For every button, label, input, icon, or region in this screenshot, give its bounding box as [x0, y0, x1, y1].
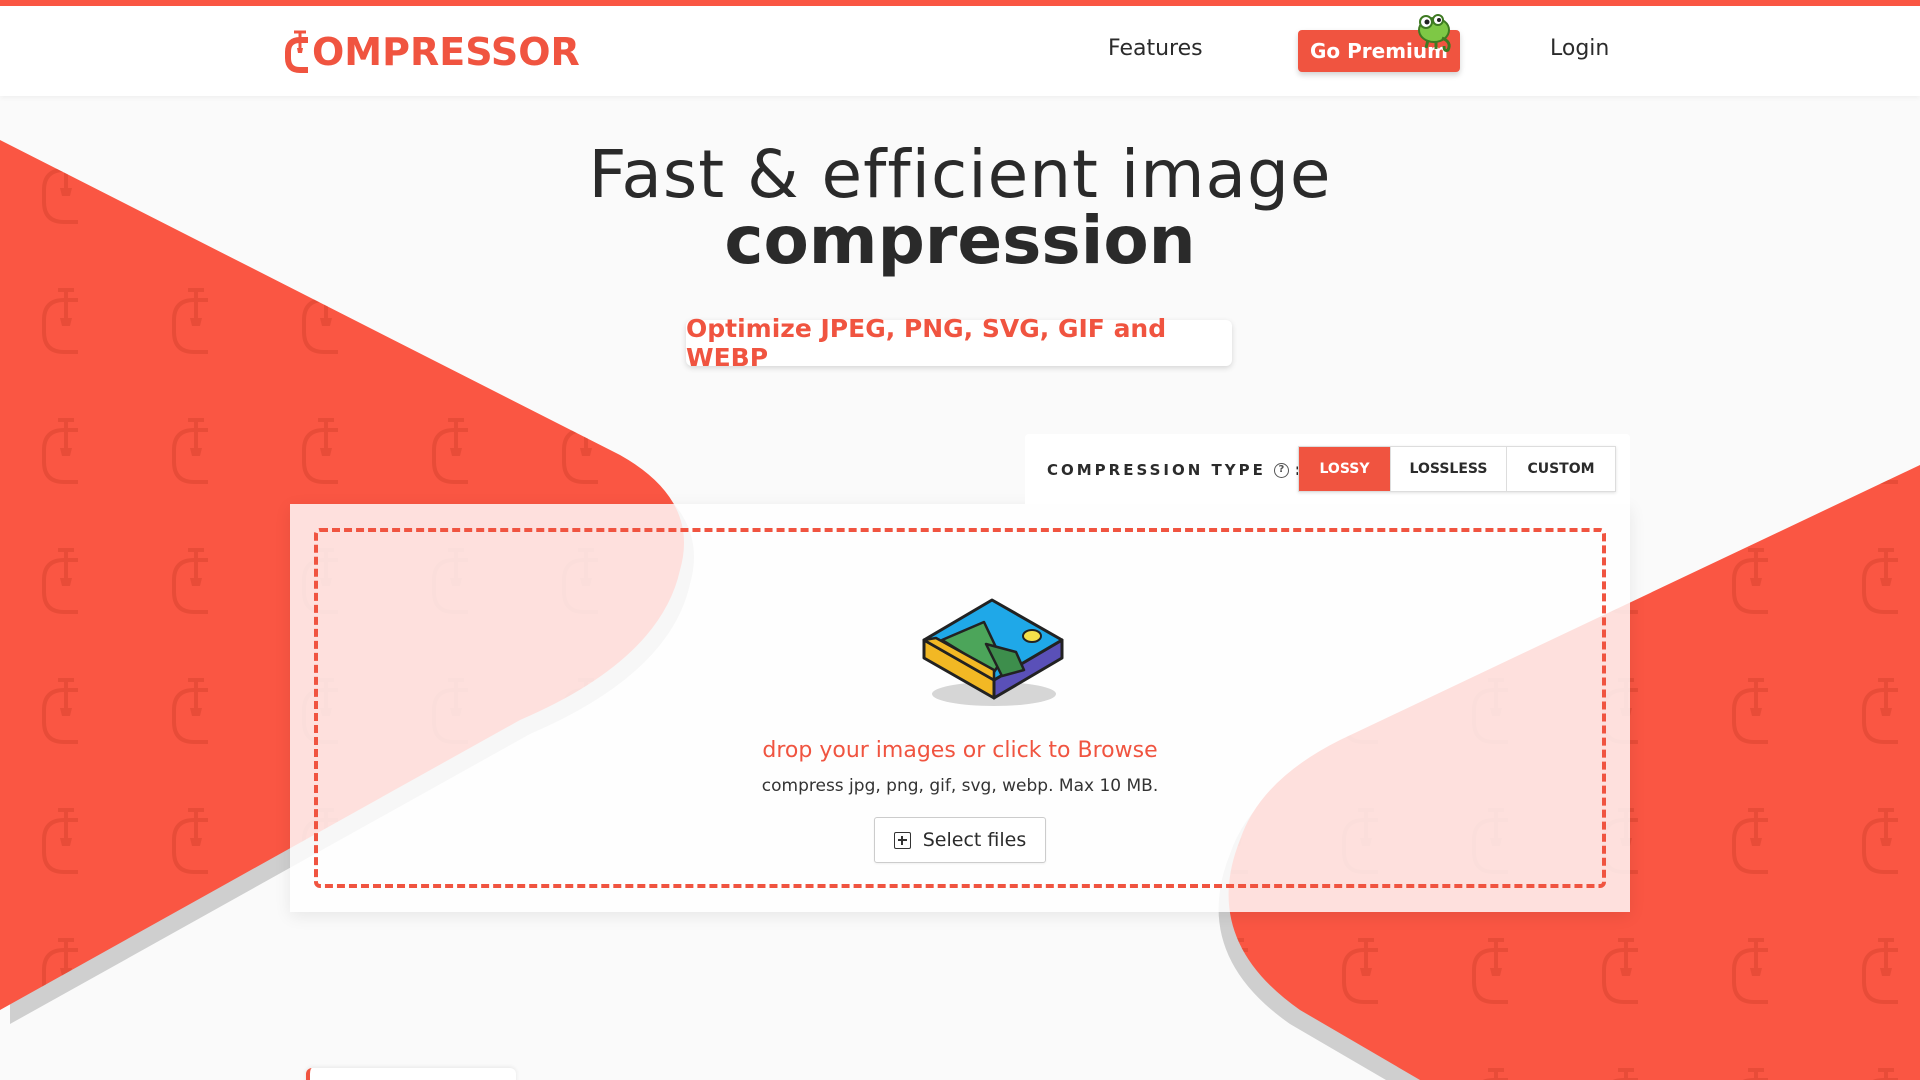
lossless-option[interactable]: LOSSLESS: [1391, 447, 1507, 491]
file-drop-zone[interactable]: drop your images or click to Browse comp…: [314, 528, 1606, 888]
nav-login-link[interactable]: Login: [1550, 36, 1609, 61]
drop-subtext: compress jpg, png, gif, svg, webp. Max 1…: [761, 776, 1159, 796]
bottom-card-tab: [306, 1068, 516, 1080]
image-isometric-icon: [922, 598, 1064, 706]
site-header: OMPRESSOR Features Go Premium Login: [0, 6, 1920, 96]
hero-title-line2: compression: [724, 202, 1196, 279]
compression-type-label: COMPRESSION TYPE ? :: [1047, 461, 1301, 479]
chameleon-icon: [1418, 14, 1451, 52]
formats-badge: Optimize JPEG, PNG, SVG, GIF and WEBP: [686, 314, 1232, 372]
clamp-c-icon: [282, 28, 312, 76]
compression-type-segmented-control: LOSSY LOSSLESS CUSTOM: [1298, 446, 1616, 492]
custom-option[interactable]: CUSTOM: [1507, 447, 1615, 491]
compression-type-bar: COMPRESSION TYPE ? : LOSSY LOSSLESS CUST…: [1025, 434, 1630, 504]
compression-type-text: COMPRESSION TYPE: [1047, 461, 1266, 479]
lossy-option[interactable]: LOSSY: [1299, 447, 1391, 491]
select-files-label: Select files: [922, 829, 1027, 851]
compressor-logo[interactable]: OMPRESSOR: [282, 28, 580, 76]
nav-features-link[interactable]: Features: [1108, 36, 1203, 61]
help-icon[interactable]: ?: [1273, 462, 1289, 478]
select-files-button[interactable]: Select files: [874, 817, 1046, 863]
top-accent-strip: [0, 0, 1920, 6]
logo-text: OMPRESSOR: [312, 30, 580, 74]
plus-box-icon: [893, 831, 911, 849]
drop-instructions[interactable]: drop your images or click to Browse: [318, 738, 1602, 763]
upload-card: drop your images or click to Browse comp…: [290, 504, 1630, 912]
